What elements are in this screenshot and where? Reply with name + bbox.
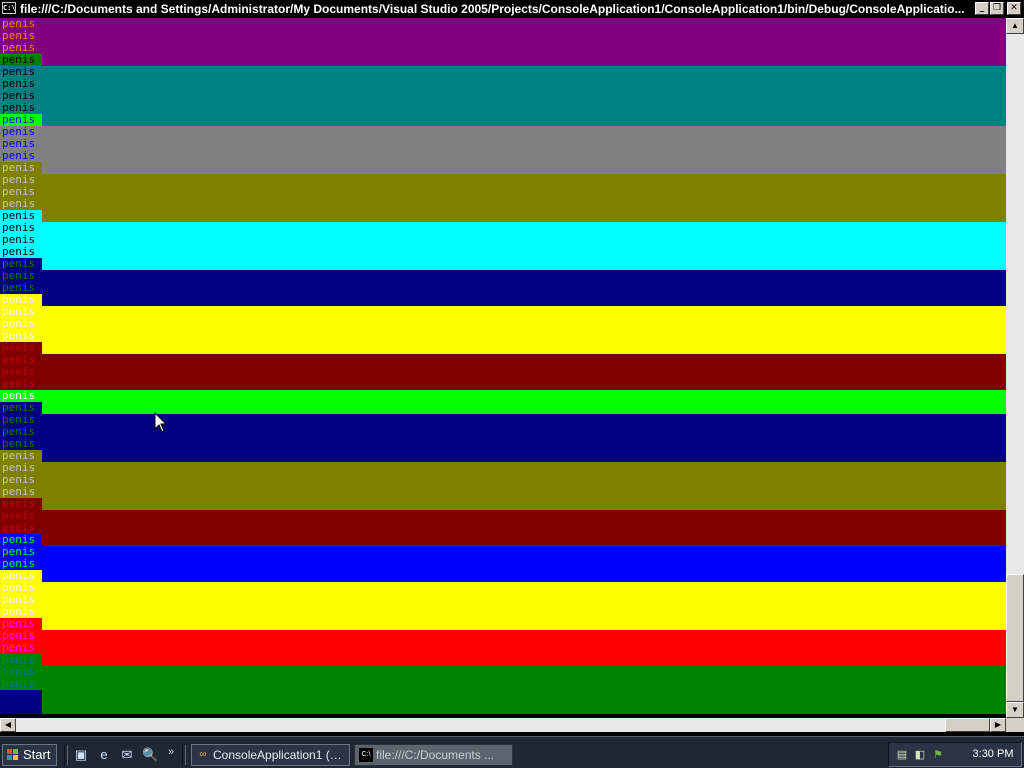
system-tray: ▤ ◧ ⚑ 3:30 PM <box>888 742 1022 767</box>
visual-studio-icon: ∞ <box>199 749 207 760</box>
color-band <box>42 18 1006 66</box>
vertical-scrollbar[interactable]: ▲ ▼ <box>1006 18 1024 718</box>
quick-launch-overflow-icon[interactable]: » <box>168 746 174 758</box>
color-band <box>42 582 1006 630</box>
task-label: file:///C:/Documents ... <box>376 748 495 762</box>
taskbar: Start ▣ e ✉ 🔍 » ∞ ConsoleApplication1 (R… <box>0 736 1024 768</box>
console-line: penis <box>0 702 42 714</box>
scrollbar-corner <box>1006 718 1024 732</box>
minimize-button[interactable]: _ <box>975 2 989 15</box>
horizontal-scrollbar[interactable]: ◀ ▶ <box>0 718 1006 732</box>
task-visual-studio[interactable]: ∞ ConsoleApplication1 (Run... <box>191 744 350 766</box>
volume-icon[interactable]: ◧ <box>913 748 927 762</box>
color-band <box>42 546 1006 582</box>
restore-button[interactable]: ❐ <box>990 2 1004 15</box>
color-band <box>42 174 1006 222</box>
color-band <box>42 270 1006 306</box>
color-band <box>42 354 1006 390</box>
scroll-left-arrow-icon[interactable]: ◀ <box>0 718 16 732</box>
restore-icon: ❐ <box>992 3 1002 13</box>
minimize-icon: _ <box>979 3 985 13</box>
color-band <box>42 462 1006 510</box>
scroll-right-arrow-icon[interactable]: ▶ <box>990 718 1006 732</box>
color-band <box>42 222 1006 270</box>
title-bar[interactable]: C:\ file:///C:/Documents and Settings/Ad… <box>0 0 1024 18</box>
console-app-icon[interactable]: C:\ <box>2 2 16 14</box>
toolbar-separator <box>64 745 68 765</box>
windows-logo-icon <box>7 749 19 761</box>
internet-explorer-icon[interactable]: e <box>96 747 112 763</box>
clock[interactable]: 3:30 PM <box>967 743 1019 766</box>
console-app-icon: C:\ <box>359 748 373 762</box>
network-icon[interactable]: ▤ <box>895 748 909 762</box>
toolbar-separator <box>182 745 186 765</box>
vertical-scroll-thumb[interactable] <box>1006 574 1024 702</box>
color-band <box>42 666 1006 714</box>
color-band <box>42 414 1006 462</box>
window-title: file:///C:/Documents and Settings/Admini… <box>20 2 965 16</box>
windows-flag-icon[interactable]: ⚑ <box>931 748 945 762</box>
console-output[interactable]: penis penis penis penis penis penis penis penis… <box>0 18 1006 718</box>
start-label: Start <box>23 747 51 762</box>
task-console-window[interactable]: C:\ file:///C:/Documents ... <box>354 744 513 766</box>
show-desktop-icon[interactable]: ▣ <box>73 747 89 763</box>
horizontal-scroll-thumb[interactable] <box>945 718 990 732</box>
scroll-up-arrow-icon[interactable]: ▲ <box>1006 18 1024 34</box>
outlook-icon[interactable]: ✉ <box>119 747 135 763</box>
task-label: ConsoleApplication1 (Run... <box>213 748 345 762</box>
console-lines: penis penis penis penis penis penis penis penis… <box>0 18 42 718</box>
color-band <box>42 390 1006 414</box>
mouse-cursor-icon <box>154 412 168 433</box>
color-band <box>42 630 1006 666</box>
color-band <box>42 66 1006 126</box>
color-band <box>42 306 1006 354</box>
color-band <box>42 126 1006 174</box>
start-button[interactable]: Start <box>2 744 57 766</box>
close-button[interactable]: ✕ <box>1007 2 1021 15</box>
windows-explorer-icon[interactable]: 🔍 <box>142 747 158 763</box>
color-bands <box>42 18 1006 718</box>
close-icon: ✕ <box>1010 3 1018 13</box>
color-band <box>42 510 1006 546</box>
scroll-down-arrow-icon[interactable]: ▼ <box>1006 702 1024 718</box>
